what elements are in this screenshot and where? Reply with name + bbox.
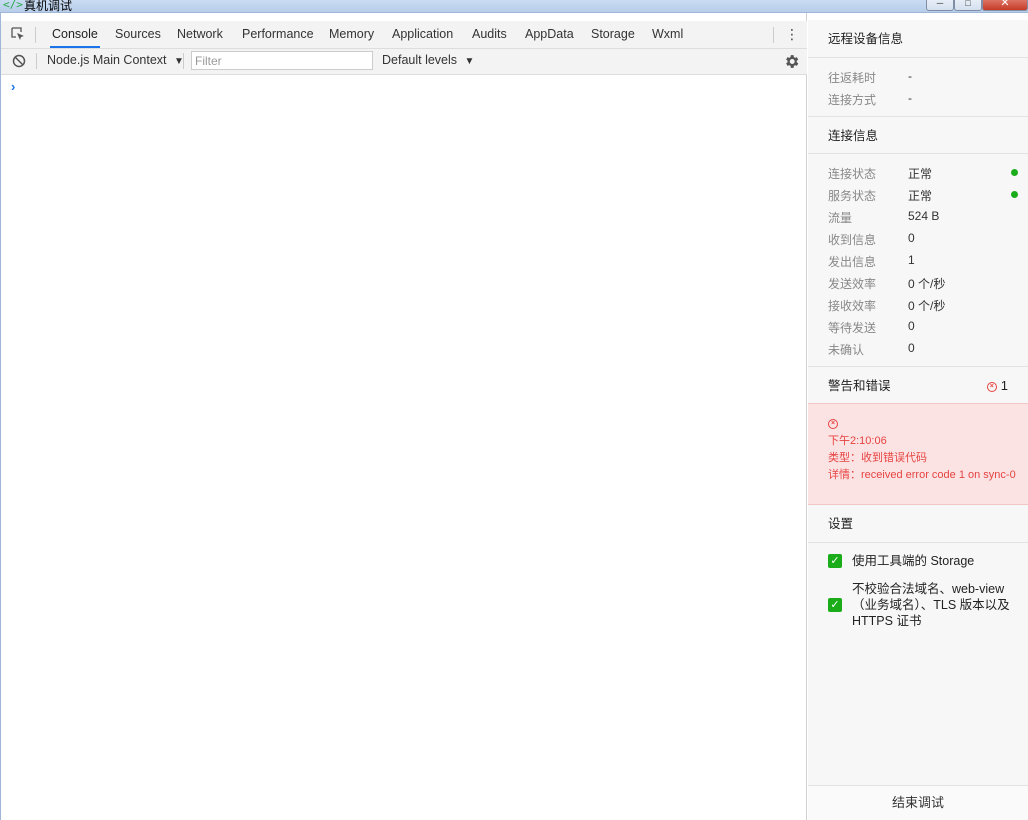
error-count: 1 (1000, 378, 1008, 393)
info-key: 收到信息 (828, 233, 877, 247)
window-title: 真机调试 (24, 0, 73, 13)
info-key: 服务状态 (828, 189, 877, 203)
console-toolbar: Node.js Main Context ▼ Default levels ▼ (1, 49, 807, 75)
checkbox-checked[interactable]: ✓ (828, 554, 842, 568)
log-levels-select[interactable]: Default levels ▼ (382, 53, 474, 67)
error-count-badge: × 1 (986, 367, 1008, 405)
info-value: 0 (908, 231, 915, 245)
minimize-button[interactable]: ─ (926, 0, 954, 11)
info-key: 发送效率 (828, 277, 877, 291)
code-brackets-icon: </> (3, 0, 23, 11)
info-row: 连接方式 - (828, 91, 1018, 107)
info-key: 连接方式 (828, 93, 877, 107)
gear-icon[interactable] (783, 53, 800, 70)
remote-device-section-title: 远程设备信息 (808, 20, 1028, 58)
info-row: 连接状态 正常 (828, 165, 1018, 181)
context-select-label: Node.js Main Context (47, 53, 167, 67)
error-type: 类型：收到错误代码 (828, 452, 927, 464)
tab-sources[interactable]: Sources (113, 21, 163, 47)
info-row: 服务状态 正常 (828, 187, 1018, 203)
error-icon: × (986, 381, 997, 392)
tab-memory[interactable]: Memory (327, 21, 376, 47)
tab-performance[interactable]: Performance (240, 21, 316, 47)
toolbar-separator (36, 53, 37, 69)
status-ok-dot (1011, 169, 1018, 176)
domain-check-setting[interactable]: ✓ 不校验合法域名、web-view（业务域名）、TLS 版本以及 HTTPS … (828, 581, 1018, 631)
error-time: 下午2:10:06 (828, 435, 887, 447)
tab-console[interactable]: Console (50, 21, 100, 48)
tab-application[interactable]: Application (390, 21, 455, 47)
info-key: 连接状态 (828, 167, 877, 181)
settings-section-title: 设置 (808, 505, 1028, 543)
info-key: 发出信息 (828, 255, 877, 269)
info-value: 524 B (908, 209, 940, 223)
info-row: 发出信息 1 (828, 253, 1018, 269)
warnings-section-header: 警告和错误 × 1 (808, 366, 1028, 404)
clear-console-icon[interactable] (12, 54, 26, 68)
info-value: 0 个/秒 (908, 277, 946, 291)
tab-wxml[interactable]: Wxml (650, 21, 685, 47)
info-row: 流量 524 B (828, 209, 1018, 225)
tab-network[interactable]: Network (175, 21, 225, 47)
info-row: 接收效率 0 个/秒 (828, 297, 1018, 313)
info-value: 1 (908, 253, 915, 267)
remote-debug-panel: 远程设备信息 往返耗时 - 连接方式 - 连接信息 连接状态 正常 服务状态 正… (808, 20, 1028, 820)
chevron-down-icon: ▼ (464, 56, 475, 67)
storage-setting[interactable]: ✓ 使用工具端的 Storage (828, 553, 1018, 571)
info-key: 流量 (828, 211, 853, 225)
tab-separator (35, 27, 36, 43)
info-key: 等待发送 (828, 321, 877, 335)
error-icon: × (828, 419, 838, 430)
info-row: 发送效率 0 个/秒 (828, 275, 1018, 291)
toolbar-separator (183, 53, 184, 69)
info-value: 0 个/秒 (908, 299, 946, 313)
context-select[interactable]: Node.js Main Context ▼ (47, 53, 184, 67)
close-button[interactable]: ✕ (982, 0, 1028, 11)
status-ok-dot (1011, 191, 1018, 198)
maximize-button[interactable]: □ (954, 0, 982, 11)
checkbox-checked[interactable]: ✓ (828, 598, 842, 612)
devtools-tabbar: Console Sources Network Performance Memo… (1, 21, 807, 49)
info-key: 往返耗时 (828, 71, 877, 85)
info-row: 收到信息 0 (828, 231, 1018, 247)
tab-storage[interactable]: Storage (589, 21, 637, 47)
info-value: 0 (908, 319, 915, 333)
window-titlebar: </> 真机调试 ─ □ ✕ (0, 0, 1028, 13)
info-key: 未确认 (828, 343, 865, 357)
error-entry: × 下午2:10:06 类型：收到错误代码 详情：received error … (808, 403, 1028, 505)
info-value: 正常 (908, 167, 933, 181)
connection-section-title: 连接信息 (808, 116, 1028, 154)
console-prompt[interactable]: › (11, 79, 15, 94)
tab-separator (773, 27, 774, 43)
tab-appdata[interactable]: AppData (523, 21, 576, 47)
devtools-pane: Console Sources Network Performance Memo… (0, 13, 807, 820)
more-options-icon[interactable]: ⋮ (784, 26, 800, 44)
info-row: 往返耗时 - (828, 69, 1018, 85)
tab-audits[interactable]: Audits (470, 21, 509, 47)
inspect-element-icon[interactable] (10, 26, 26, 42)
warnings-section-title: 警告和错误 (828, 379, 891, 393)
info-value: - (908, 69, 912, 83)
info-row: 等待发送 0 (828, 319, 1018, 335)
log-levels-label: Default levels (382, 53, 458, 67)
info-row: 未确认 0 (828, 341, 1018, 357)
checkbox-label: 使用工具端的 Storage (852, 554, 975, 568)
info-key: 接收效率 (828, 299, 877, 313)
info-value: 0 (908, 341, 915, 355)
error-detail: 详情：received error code 1 on sync-0 (828, 469, 1016, 481)
checkbox-label: 不校验合法域名、web-view（业务域名）、TLS 版本以及 HTTPS 证书 (852, 582, 1010, 628)
end-debug-button[interactable]: 结束调试 (808, 785, 1028, 820)
info-value: 正常 (908, 189, 933, 203)
info-value: - (908, 91, 912, 105)
filter-input[interactable] (191, 51, 373, 70)
